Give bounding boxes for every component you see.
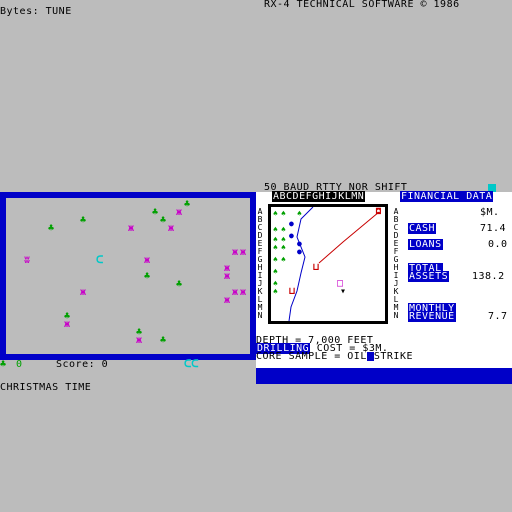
map-tree-icon: ♠	[281, 209, 286, 218]
assets-label-text: ASSETS	[408, 271, 450, 282]
map-tree-icon: ♠	[273, 225, 278, 234]
map-tree-icon: ♠	[281, 225, 286, 234]
well-marker-icon: ●	[289, 219, 294, 228]
map-tree-icon: ♠	[297, 209, 302, 218]
rig-icon-1: ⊔	[313, 262, 320, 273]
christmas-tree-icon: ♣	[48, 223, 55, 234]
bug-enemy-icon: ж	[64, 319, 71, 330]
map-tree-icon: ♠	[273, 287, 278, 296]
score-text: Score: 0	[56, 359, 109, 370]
lives-count: 0	[16, 359, 23, 370]
map-tree-icon: ♠	[281, 255, 286, 264]
well-marker-icon: ●	[289, 231, 294, 240]
status-bar	[256, 368, 512, 384]
drill-bit-icon: ▾	[340, 286, 347, 297]
financial-header: FINANCIAL DATA	[400, 191, 494, 202]
christmas-tree-icon: ♣	[176, 279, 183, 290]
map-tree-icon: ♠	[273, 267, 278, 276]
map-column-header: ABCDEFGHIJKLMN	[272, 191, 366, 202]
map-row-left-n: N	[257, 311, 263, 320]
refinery-icon: ◘	[376, 207, 381, 216]
rig-icon-2: ⊔	[289, 286, 296, 297]
oil-field-map[interactable]: ◘ ⊔ ⊔ □ ▾ ♠ ♠ ♠ ♠ ♠ ♠ ♠ ♠ ♠ ♠ ♠ ♠ ♠ ♠ ● ● ● ●	[268, 204, 388, 324]
monthly-revenue-label-2: REVENUE	[408, 311, 456, 322]
bug-enemy-icon: ж	[144, 255, 151, 266]
bug-enemy-icon: ж	[224, 271, 231, 282]
loans-label-text: LOANS	[408, 239, 443, 250]
cash-value: 71.4	[480, 223, 507, 234]
map-tree-icon: ♠	[281, 243, 286, 252]
bug-enemy-icon: ж	[232, 287, 239, 298]
total-assets-label-2: ASSETS	[408, 271, 450, 282]
unit-label: $M.	[480, 207, 500, 218]
ghost-enemy-icon: ʬ	[24, 255, 31, 266]
copyright-text: RX-4 TECHNICAL SOFTWARE © 1986	[264, 0, 460, 10]
map-tree-icon: ♠	[273, 209, 278, 218]
pipeline-line	[318, 211, 380, 264]
bug-enemy-icon: ж	[240, 287, 247, 298]
cash-label-text: CASH	[408, 223, 437, 234]
revenue-label-text: REVENUE	[408, 311, 456, 322]
christmas-tree-icon: ♣	[144, 271, 151, 282]
christmas-tree-icon: ♣	[152, 207, 159, 218]
game-playfield[interactable]	[0, 192, 256, 360]
bug-enemy-icon: ж	[168, 223, 175, 234]
map-tree-icon: ♠	[273, 243, 278, 252]
bug-enemy-icon: ж	[224, 295, 231, 306]
financial-header-text: FINANCIAL DATA	[400, 191, 494, 202]
bottom-caption: CHRISTMAS TIME	[0, 382, 92, 393]
bug-enemy-icon: ж	[80, 287, 87, 298]
bug-enemy-icon: ж	[136, 335, 143, 346]
bytes-label: Bytes: TUNE	[0, 6, 72, 17]
christmas-tree-icon: ♣	[160, 215, 167, 226]
map-tree-icon: ♠	[273, 255, 278, 264]
lives-tree-icon: ♣	[0, 359, 7, 370]
playfield-border-pattern	[6, 198, 250, 354]
cash-label: CASH	[408, 223, 437, 234]
christmas-tree-icon: ♣	[80, 215, 87, 226]
loans-label: LOANS	[408, 239, 443, 250]
core-sample-line: CORE SAMPLE = OIL STRIKE	[256, 352, 413, 362]
text-cursor	[366, 352, 374, 361]
player-icon[interactable]: ᑕ	[96, 256, 103, 266]
monthly-revenue-value: 7.7	[488, 311, 508, 322]
christmas-tree-icon: ♣	[184, 199, 191, 210]
map-row-right-n: N	[393, 311, 399, 320]
core-sample-prefix: CORE SAMPLE = OIL	[256, 351, 367, 362]
christmas-tree-icon: ♣	[160, 335, 167, 346]
well-marker-icon: ●	[297, 247, 302, 256]
total-assets-value: 138.2	[472, 271, 505, 282]
bug-enemy-icon: ж	[176, 207, 183, 218]
bug-enemy-icon: ж	[232, 247, 239, 258]
map-column-header-text: ABCDEFGHIJKLMN	[272, 191, 366, 202]
bug-enemy-icon: ж	[240, 247, 247, 258]
player-lives-icon: ᑕᑕ	[184, 359, 199, 370]
core-sample-suffix: STRIKE	[373, 351, 413, 362]
bug-enemy-icon: ж	[128, 223, 135, 234]
loans-value: 0.0	[488, 239, 508, 250]
